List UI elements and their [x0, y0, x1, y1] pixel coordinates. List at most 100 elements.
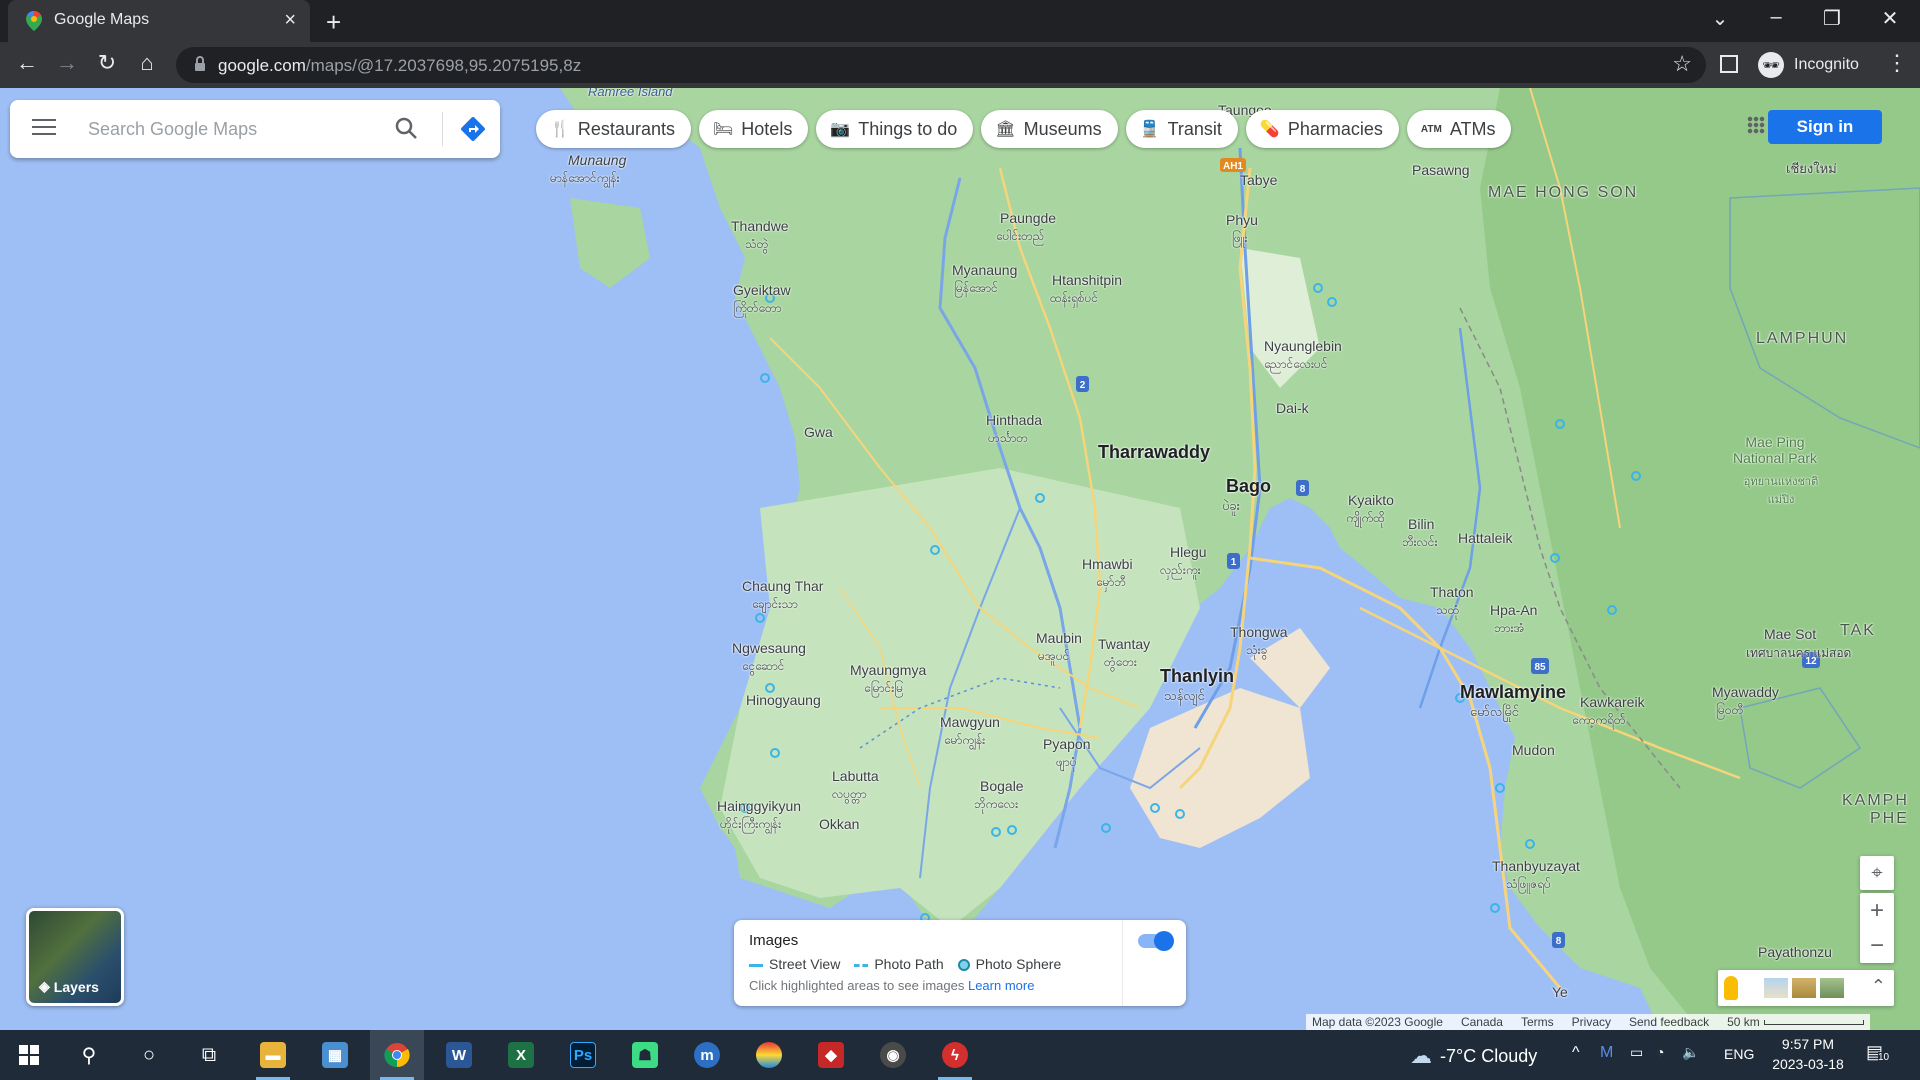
flash-app-icon[interactable]: ϟ [928, 1030, 982, 1080]
learn-more-link[interactable]: Learn more [968, 978, 1034, 993]
mu-app-icon[interactable]: m [680, 1030, 734, 1080]
map-label: ပေါင်းတည် [996, 229, 1045, 243]
zoom-out-button[interactable]: − [1860, 928, 1894, 963]
images-toggle[interactable] [1138, 931, 1174, 951]
browser-tab[interactable]: Google Maps × [8, 0, 310, 42]
privacy-link[interactable]: Privacy [1572, 1015, 1611, 1029]
country-link[interactable]: Canada [1461, 1015, 1503, 1029]
bookmark-star-icon[interactable]: ☆ [1672, 51, 1692, 77]
wifi-icon[interactable]: ◔ [1656, 1044, 1664, 1060]
google-apps-icon[interactable] [1747, 116, 1765, 134]
map-label: Hattaleik [1458, 530, 1513, 546]
close-window-button[interactable]: ✕ [1870, 6, 1910, 31]
transit-icon: 🚆 [1139, 121, 1160, 138]
scale-bar[interactable]: 50 km [1727, 1015, 1864, 1029]
map-label: Tabye [1240, 172, 1278, 188]
clock[interactable]: 9:57 PM 2023-03-18 [1770, 1034, 1846, 1074]
chip-transit[interactable]: 🚆 Transit [1125, 110, 1238, 148]
museum-icon: 🏛 [995, 121, 1016, 138]
android-app-icon[interactable]: ☗ [618, 1030, 672, 1080]
map-label: Gyeiktaw [733, 282, 791, 298]
map-label: Bilin [1408, 516, 1435, 532]
chip-restaurants[interactable]: 🍴 Restaurants [536, 110, 691, 148]
legend-street-view: Street View [749, 956, 840, 972]
browser-toolbar: ← → ↻ ⌂ google.com/maps/@17.2037698,95.2… [0, 42, 1920, 88]
back-arrow-icon[interactable]: ← [12, 50, 42, 76]
battery-icon[interactable]: ▭ [1630, 1044, 1643, 1061]
incognito-profile-button[interactable]: 🕶 Incognito [1758, 49, 1859, 81]
sign-in-button[interactable]: Sign in [1768, 110, 1882, 144]
new-tab-button[interactable]: + [326, 7, 341, 38]
side-panel-icon[interactable] [1720, 55, 1738, 73]
imagery-thumb-2[interactable] [1792, 978, 1816, 998]
map-label: တွံတေး [1104, 655, 1137, 669]
word-icon[interactable]: W [432, 1030, 486, 1080]
menu-hamburger-icon[interactable] [32, 119, 56, 137]
map-canvas[interactable]: 2 8 1 85 8 12 AH1 Ramree Island Munaung … [0, 88, 1920, 1030]
tray-chevron-icon[interactable]: ^ [1572, 1044, 1580, 1062]
start-windows-icon[interactable] [2, 1030, 56, 1080]
clock-date: 2023-03-18 [1772, 1056, 1844, 1072]
control-panel-icon[interactable]: ▦ [308, 1030, 362, 1080]
task-view-icon[interactable]: ⧉ [182, 1030, 236, 1080]
map-label: เชียงใหม่ [1786, 161, 1837, 176]
tab-search-chevron-icon[interactable]: ⌄ [1700, 6, 1740, 31]
imagery-thumb-1[interactable] [1764, 978, 1788, 998]
map-label: Hlegu [1170, 544, 1207, 560]
road-shield: 85 [1534, 662, 1546, 673]
chip-pharmacies[interactable]: 💊 Pharmacies [1245, 110, 1399, 148]
home-icon[interactable]: ⌂ [132, 50, 162, 76]
my-location-button[interactable]: ⌖ [1860, 856, 1894, 890]
terms-link[interactable]: Terms [1521, 1015, 1554, 1029]
map-label: Hmawbi [1082, 556, 1133, 572]
map-terrain: 2 8 1 85 8 12 AH1 [560, 88, 1920, 1030]
chrome-taskbar-icon[interactable] [370, 1030, 424, 1080]
rainbow-app-icon[interactable] [742, 1030, 796, 1080]
volume-icon[interactable]: 🔈 [1682, 1044, 1699, 1061]
language-indicator[interactable]: ENG [1724, 1046, 1754, 1062]
map-label: သံဖြူဇရပ် [1506, 877, 1551, 891]
address-bar[interactable]: google.com/maps/@17.2037698,95.2075195,8… [176, 47, 1706, 83]
file-explorer-icon[interactable]: ▬ [246, 1030, 300, 1080]
restore-button[interactable]: ❐ [1812, 6, 1852, 31]
media-player-icon[interactable]: ◉ [866, 1030, 920, 1080]
layers-button[interactable]: ◈ Layers [26, 908, 124, 1006]
forward-arrow-icon[interactable]: → [52, 50, 82, 76]
chip-atms[interactable]: ATM ATMs [1406, 110, 1512, 148]
weather-widget[interactable]: ☁ -7°C Cloudy [1410, 1043, 1537, 1069]
browser-menu-icon[interactable]: ⋮ [1886, 50, 1908, 76]
tab-close-icon[interactable]: × [284, 9, 296, 32]
chip-things-to-do[interactable]: 📷 Things to do [816, 110, 974, 148]
expand-chevron-icon[interactable]: ⌃ [1871, 976, 1886, 997]
map-label: လှည်းကူး [1160, 563, 1201, 577]
photo-path-dashed-icon [854, 963, 869, 967]
chip-museums[interactable]: 🏛 Museums [981, 110, 1118, 148]
imagery-thumb-3[interactable] [1820, 978, 1844, 998]
minimize-button[interactable]: – [1756, 6, 1796, 29]
search-icon[interactable] [394, 116, 418, 140]
chip-hotels[interactable]: 🛏 Hotels [698, 110, 809, 148]
red-app-icon[interactable]: ◆ [804, 1030, 858, 1080]
map-label: Munaung [568, 152, 627, 168]
chip-label: Pharmacies [1287, 118, 1383, 139]
zoom-in-button[interactable]: + [1860, 893, 1894, 928]
map-label: Gwa [804, 424, 833, 440]
search-divider [442, 112, 443, 146]
map-label: Bago [1226, 476, 1271, 496]
cortana-icon[interactable]: ○ [122, 1030, 176, 1080]
search-input[interactable] [88, 114, 368, 144]
reload-icon[interactable]: ↻ [92, 50, 122, 76]
map-label: ဘားအံ [1494, 621, 1525, 635]
map-label: Tharrawaddy [1098, 442, 1211, 462]
directions-icon[interactable] [460, 116, 486, 142]
search-taskbar-icon[interactable]: ⚲ [62, 1030, 116, 1080]
pegman-icon[interactable] [1724, 976, 1738, 1000]
excel-icon[interactable]: X [494, 1030, 548, 1080]
notification-center-icon[interactable]: ▤ 10 [1866, 1042, 1890, 1063]
photoshop-icon[interactable]: Ps [556, 1030, 610, 1080]
map-label: Labutta [832, 768, 879, 784]
tray-app-icon[interactable]: M [1600, 1044, 1613, 1062]
chip-label: Transit [1167, 118, 1222, 139]
chip-label: Restaurants [577, 118, 675, 139]
send-feedback-link[interactable]: Send feedback [1629, 1015, 1709, 1029]
